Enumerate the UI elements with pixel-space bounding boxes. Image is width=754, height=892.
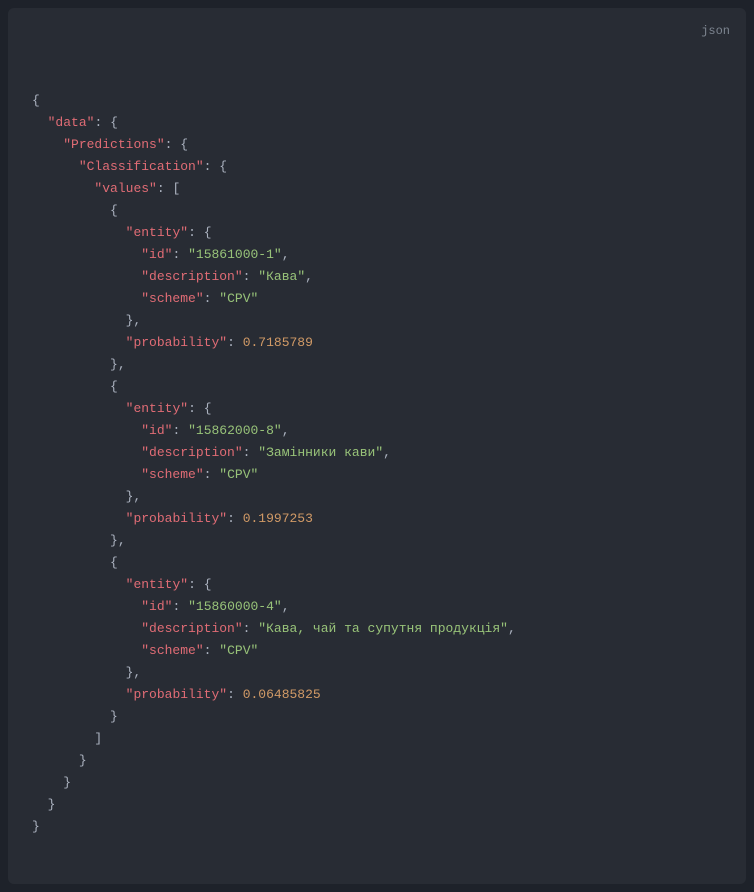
- json-code-block: json { "data": { "Predictions": { "Class…: [8, 8, 746, 884]
- code-content: { "data": { "Predictions": { "Classifica…: [32, 90, 722, 838]
- language-label: json: [701, 20, 730, 42]
